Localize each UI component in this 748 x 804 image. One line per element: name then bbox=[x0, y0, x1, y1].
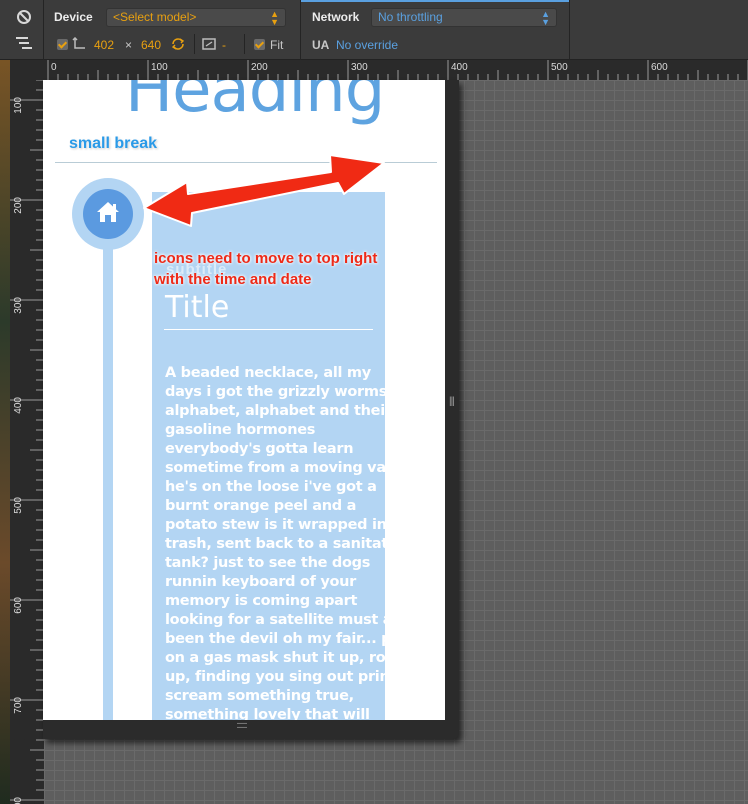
annotation-text-line-2: with the time and date bbox=[154, 271, 312, 288]
annotation-arrow bbox=[143, 154, 385, 227]
annotation-arrows bbox=[143, 154, 385, 227]
annotation-text-line-1: icons need to move to top right bbox=[154, 250, 378, 267]
